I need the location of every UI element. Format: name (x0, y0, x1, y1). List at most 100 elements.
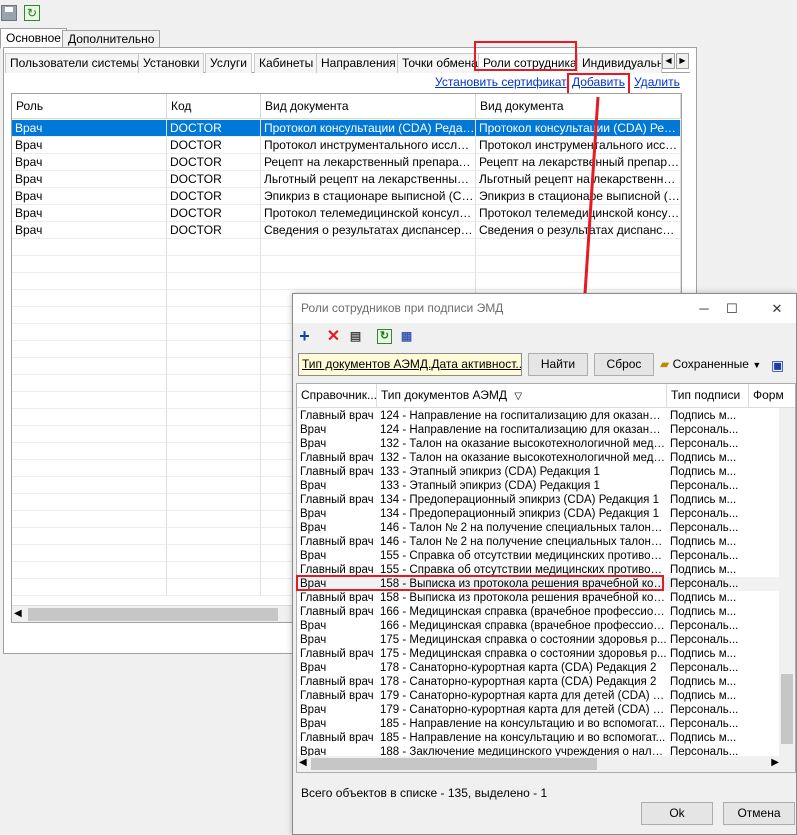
column-header[interactable]: Справочник... (297, 384, 377, 408)
column-header[interactable]: Тип подписи (667, 384, 749, 408)
tab-label: Кабинеты (259, 56, 314, 70)
list-item[interactable]: Главный врач 179 - Санаторно-курортная ка… (297, 689, 782, 703)
list-item[interactable]: Главный врач 185 - Направление на консуль… (297, 731, 782, 745)
tab-individual[interactable]: Индивидуальн (577, 53, 662, 73)
empty-cell (12, 375, 167, 392)
tab-dopolnitelno[interactable]: Дополнительно (62, 30, 161, 48)
sort-icon[interactable]: ▽ (514, 391, 522, 402)
saved-filters-dropdown[interactable]: ▰ Сохраненные ▼ (660, 353, 761, 376)
list-cell: Главный врач (300, 410, 374, 422)
list-item[interactable]: Врач 132 - Талон на оказание высокотехнол… (297, 437, 782, 451)
close-icon[interactable]: ✕ (761, 294, 793, 323)
list-cell: 178 - Санаторно-курортная карта (CDA) Ре… (380, 676, 657, 688)
list-item[interactable]: Главный врач 146 - Талон № 2 на получение… (297, 535, 782, 549)
filter-field[interactable]: Тип документов АЭМД.Дата активност... (298, 353, 522, 376)
list-cell: Подпись м... (670, 592, 737, 604)
list-item[interactable]: Главный врач 175 - Медицинская справка о … (297, 647, 782, 661)
employee-roles-dialog: Роли сотрудников при подписи ЭМД ─ ☐ ✕ +… (292, 293, 797, 835)
save-filter-icon[interactable]: ▣ (771, 357, 784, 374)
tab-label: Услуги (210, 56, 247, 70)
tab-scroll-left-button[interactable]: ◀ (662, 53, 675, 69)
cancel-button[interactable]: Отмена (723, 802, 795, 825)
list-cell: Врач (300, 634, 327, 646)
list-item[interactable]: Врач 179 - Санаторно-курортная карта для … (297, 703, 782, 717)
empty-cell (167, 256, 261, 273)
list-item[interactable]: Врач 124 - Направление на госпитализацию … (297, 423, 782, 437)
list-cell: Подпись м... (670, 606, 737, 618)
delete-link[interactable]: Удалить (634, 75, 680, 89)
list-item[interactable]: Врач 134 - Предоперационный эпикриз (CDA)… (297, 507, 782, 521)
column-header[interactable]: Тип документов АЭМД ▽ (377, 384, 667, 408)
list-item[interactable]: Врач 175 - Медицинская справка о состояни… (297, 633, 782, 647)
scroll-left-icon[interactable]: ◀ (299, 757, 307, 768)
add-icon[interactable]: + (297, 327, 312, 345)
scrollbar-thumb[interactable] (311, 758, 597, 770)
tab-directions[interactable]: Направления (316, 53, 401, 73)
column-header[interactable]: Вид документа (261, 94, 476, 119)
list-cell: Персональ... (670, 480, 739, 492)
properties-icon[interactable]: ▤ (348, 329, 363, 344)
column-header[interactable]: Код (167, 94, 261, 119)
reset-button[interactable]: Сброс (594, 353, 654, 376)
tab-label: Пользователи системы (10, 56, 140, 70)
list-cell: Подпись м... (670, 452, 737, 464)
list-item[interactable]: Главный врач 158 - Выписка из протокола р… (297, 591, 782, 605)
refresh-icon[interactable]: ↻ (377, 329, 392, 344)
scrollbar-thumb[interactable] (781, 674, 793, 744)
scroll-right-icon[interactable]: ▶ (771, 757, 779, 768)
list-item[interactable]: Врач 166 - Медицинская справка (врачебное… (297, 619, 782, 633)
list-item[interactable]: Главный врач 178 - Санаторно-курортная ка… (297, 675, 782, 689)
list-cell: 179 - Санаторно-курортная карта для дете… (380, 704, 667, 716)
tab-cabinets[interactable]: Кабинеты (254, 53, 319, 73)
tab-scroll-right-button[interactable]: ▶ (676, 53, 689, 69)
list-item[interactable]: Врач 155 - Справка об отсутствии медицинс… (297, 549, 782, 563)
ok-button[interactable]: Ok (641, 802, 713, 825)
refresh-icon[interactable]: ↻ (24, 5, 40, 21)
delete-icon[interactable]: ✕ (326, 329, 341, 345)
tab-settings[interactable]: Установки (138, 53, 205, 73)
install-cert-link[interactable]: Установить сертификат (435, 75, 567, 89)
column-header[interactable]: Роль (12, 94, 167, 119)
table-cell: Врач (12, 154, 167, 171)
export-icon[interactable]: ▦ (399, 329, 414, 344)
empty-cell (12, 426, 167, 443)
list-item[interactable]: Врач 178 - Санаторно-курортная карта (CDA… (297, 661, 782, 675)
list-cell: 185 - Направление на консультацию и во в… (380, 732, 666, 744)
tab-label: Основное (6, 31, 61, 45)
list-cell: Главный врач (300, 452, 374, 464)
empty-cell (167, 324, 261, 341)
list-item[interactable]: Главный врач 133 - Этапный эпикриз (CDA) … (297, 465, 782, 479)
list-cell: Персональ... (670, 662, 739, 674)
tab-exchange-points[interactable]: Точки обмена (397, 53, 483, 73)
list-item[interactable]: Главный врач 134 - Предоперационный эпикр… (297, 493, 782, 507)
column-header[interactable]: Форм (749, 384, 795, 408)
scrollbar-thumb[interactable] (28, 608, 278, 621)
list-item[interactable]: Врач 185 - Направление на консультацию и … (297, 717, 782, 731)
list-item[interactable]: Главный врач 124 - Направление на госпита… (297, 409, 782, 423)
empty-cell (12, 545, 167, 562)
empty-cell (167, 307, 261, 324)
dialog-horizontal-scrollbar[interactable]: ◀ ▶ (297, 756, 795, 772)
list-item[interactable]: Главный врач 166 - Медицинская справка (в… (297, 605, 782, 619)
empty-cell (261, 256, 476, 273)
empty-cell (167, 545, 261, 562)
list-item[interactable]: Врач 146 - Талон № 2 на получение специал… (297, 521, 782, 535)
list-cell: 166 - Медицинская справка (врачебное про… (380, 606, 667, 618)
save-icon[interactable] (1, 5, 17, 21)
tab-osnovnoe[interactable]: Основное (0, 28, 67, 49)
dialog-vertical-scrollbar[interactable] (779, 408, 795, 758)
table-cell: DOCTOR (167, 154, 261, 171)
list-cell: 179 - Санаторно-курортная карта для дете… (380, 690, 667, 702)
saved-label: Сохраненные (672, 357, 749, 371)
empty-cell (167, 562, 261, 579)
tab-users[interactable]: Пользователи системы (5, 53, 145, 73)
scroll-left-icon[interactable]: ◀ (14, 608, 22, 619)
maximize-icon[interactable]: ☐ (716, 294, 748, 323)
empty-cell (12, 460, 167, 477)
find-button[interactable]: Найти (528, 353, 588, 376)
list-item[interactable]: Главный врач 132 - Талон на оказание высо… (297, 451, 782, 465)
status-text: Всего объектов в списке - 135, выделено … (301, 786, 548, 800)
empty-cell (12, 324, 167, 341)
tab-services[interactable]: Услуги (205, 53, 252, 73)
list-item[interactable]: Врач 133 - Этапный эпикриз (CDA) Редакция… (297, 479, 782, 493)
